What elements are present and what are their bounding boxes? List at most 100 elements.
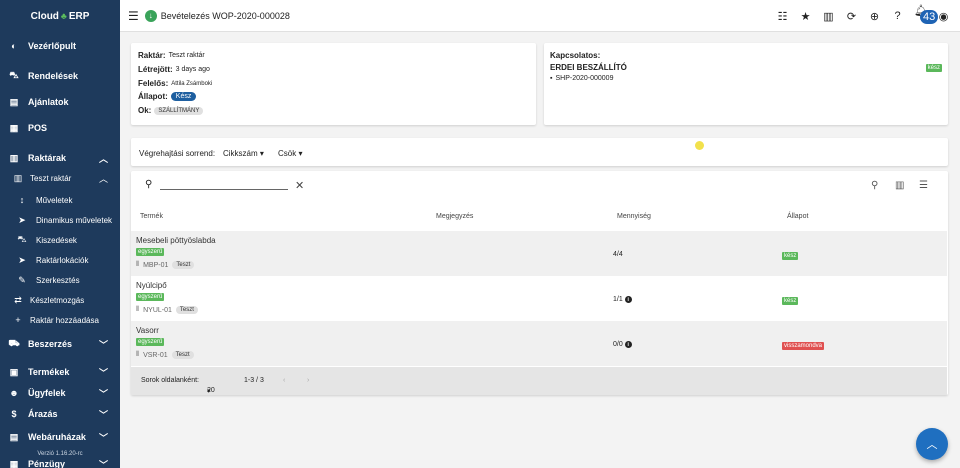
chevron-right-icon[interactable]: › (307, 377, 309, 384)
building-icon[interactable]: ▥ (822, 10, 835, 23)
dropdown-arrow-icon: ▾ (259, 149, 264, 158)
info-label: Állapot: (138, 92, 168, 101)
info-label: Ok: (138, 106, 152, 115)
pos-icon: ▦ (9, 122, 19, 133)
app-logo[interactable]: Cloud ♣ ERP (0, 0, 120, 32)
plus-icon: + (15, 315, 21, 325)
shipment-icon: ▪ (550, 75, 553, 82)
info-icon[interactable]: i (624, 341, 632, 348)
sidebar-item-dashboard[interactable]: ◐ Vezérlőpult (0, 38, 120, 54)
chevron-up-icon: ︿ (98, 173, 108, 184)
chevron-down-icon: ﹀ (98, 459, 108, 468)
sidebar-item-add-warehouse[interactable]: + Raktár hozzáadása (0, 312, 120, 328)
cursor-highlight (695, 141, 704, 150)
columns-icon[interactable]: ▥ (895, 180, 904, 191)
top-icon-group: ☷ ★ ▥ ⟳ ⊕ ? 🔔︎43 ◉ (776, 0, 950, 32)
column-header-note[interactable]: Megjegyzés (436, 213, 473, 220)
related-shipment[interactable]: ▪ SHP-2020-000009 (550, 75, 613, 82)
sidebar-item-label: Szerkesztés (36, 275, 80, 285)
row-status-tag: visszamondva (782, 342, 825, 350)
info-label: Felelős: (138, 79, 169, 88)
sidebar-item-label: Raktárlokációk (36, 255, 89, 265)
box-icon: ▣ (9, 366, 19, 377)
location-icon: ➤ (18, 254, 26, 265)
warehouse-icon: ▥ (9, 152, 19, 163)
chevron-left-icon[interactable]: ‹ (283, 377, 285, 384)
help-icon[interactable]: ? (891, 10, 904, 22)
sidebar-item-quotes[interactable]: ▤ Ajánlatok (0, 94, 120, 110)
product-name: Vasorr (136, 326, 159, 335)
notification-bell-icon[interactable]: 🔔︎43 (914, 4, 939, 29)
rows-per-page-label: Sorok oldalanként: (141, 377, 199, 384)
sort-direction-select[interactable]: Csök ▾ (278, 149, 302, 158)
sidebar-item-procurement[interactable]: ⛟ Beszerzés ﹀ (0, 336, 120, 352)
info-icon[interactable]: i (624, 296, 632, 303)
sidebar-item-customers[interactable]: ☻ Ügyfelek ﹀ (0, 385, 120, 401)
info-value: Attila Zsámboki (171, 80, 213, 87)
menu-icon[interactable]: ☰ (128, 9, 139, 23)
star-icon[interactable]: ★ (799, 10, 812, 23)
search-input[interactable] (160, 189, 288, 190)
sku-value: NYUL-01 (143, 306, 172, 314)
sidebar-item-stock-movement[interactable]: ⇄ Készletmozgás (0, 292, 120, 308)
table-row[interactable]: Nyúlcipő egyszerű ⦀ NYUL-01 Teszt 1/1 i kés… (131, 276, 947, 321)
pagination-range: 1-3 / 3 (244, 377, 264, 384)
warehouse-chip: Teszt (172, 261, 195, 269)
logo-text-left: Cloud (30, 10, 59, 22)
column-header-product[interactable]: Termék (140, 213, 163, 220)
sidebar-item-label: Pénzügy (28, 459, 66, 468)
sidebar-item-warehouses[interactable]: ▥ Raktárak ︿ (0, 150, 120, 166)
row-status-tag: kész (782, 297, 799, 305)
sidebar-item-dynamic-operations[interactable]: ➤ Dinamikus műveletek (0, 212, 120, 228)
send-icon: ➤ (18, 214, 26, 225)
warehouse-sub-icon: ▥ (13, 172, 23, 183)
sidebar-item-finance[interactable]: ▦ Pénzügy ﹀ (0, 458, 120, 468)
search-icon[interactable]: ⚲ (871, 180, 878, 191)
account-icon[interactable]: ◉ (937, 10, 950, 23)
product-sku: ⦀ MBP-01 Teszt (136, 261, 195, 269)
product-name: Mesebeli pöttyöslabda (136, 236, 216, 245)
sort-field-select[interactable]: Cikkszám ▾ (223, 149, 264, 158)
dropdown-arrow-icon: ▾ (207, 388, 211, 395)
chevron-down-icon: ﹀ (98, 339, 108, 350)
filter-icon[interactable]: ☰ (919, 180, 928, 191)
related-shipment-ref: SHP-2020-000009 (555, 75, 614, 82)
swap-icon: ⇄ (14, 294, 22, 305)
info-value: Teszt raktár (168, 52, 205, 59)
sidebar-item-orders[interactable]: ⛍ Rendelések (0, 68, 120, 84)
sidebar-item-label: Készletmozgás (30, 295, 85, 305)
scroll-top-button[interactable]: ︿ (916, 428, 948, 460)
sidebar-item-webshops[interactable]: ▤ Webáruházak ﹀ (0, 429, 120, 445)
globe-icon[interactable]: ⊕ (868, 10, 881, 23)
top-bar: ☰ ↓ Bevételezés WOP-2020-000028 ☷ ★ ▥ ⟳ … (120, 0, 960, 32)
sidebar-item-test-warehouse[interactable]: ▥ Teszt raktár ︿ (0, 170, 120, 186)
back-arrow-icon[interactable]: ↓ (144, 9, 157, 22)
checklist-icon[interactable]: ☷ (776, 10, 789, 23)
column-header-quantity[interactable]: Mennyiség (617, 213, 651, 220)
sidebar-item-picking[interactable]: ⛍ Kiszedések (0, 232, 120, 248)
sidebar-item-label: Raktárak (28, 153, 67, 163)
product-type-tag: egyszerű (136, 338, 165, 346)
warehouse-chip: Teszt (175, 306, 198, 314)
sku-value: VSR-01 (143, 351, 168, 359)
sidebar-item-operations[interactable]: ↕ Műveletek (0, 192, 120, 208)
page-title: Bevételezés WOP-2020-000028 (160, 10, 290, 21)
close-icon[interactable]: ✕ (295, 179, 304, 192)
chevron-down-icon: ﹀ (98, 367, 108, 378)
sidebar: Cloud ♣ ERP ◐ Vezérlőpult ⛍ Rendelések ▤… (0, 0, 120, 468)
cart-pick-icon: ⛍ (17, 234, 27, 244)
sidebar-item-pricing[interactable]: $ Árazás ﹀ (0, 406, 120, 422)
table-row[interactable]: Vasorr egyszerű ⦀ VSR-01 Teszt 0/0 i vissza… (131, 321, 947, 366)
sidebar-item-products[interactable]: ▣ Termékek ﹀ (0, 364, 120, 380)
table-row[interactable]: Mesebeli pöttyöslabda egyszerű ⦀ MBP-01 Te… (131, 231, 947, 276)
sidebar-item-label: Rendelések (28, 71, 79, 81)
sidebar-item-locations[interactable]: ➤ Raktárlokációk (0, 252, 120, 268)
items-table: ⚲ ✕ ⚲ ▥ ☰ Termék Megjegyzés Mennyiség Ál… (131, 171, 948, 395)
sidebar-item-edit[interactable]: ✎ Szerkesztés (0, 272, 120, 288)
column-header-status[interactable]: Állapot (787, 213, 808, 220)
sidebar-item-label: Ügyfelek (28, 388, 66, 398)
refresh-icon[interactable]: ⟳ (845, 10, 858, 23)
document-icon: ▤ (9, 96, 19, 107)
sidebar-item-pos[interactable]: ▦ POS (0, 120, 120, 136)
related-supplier-name[interactable]: ERDEI BESZÁLLÍTÓ (550, 63, 627, 72)
